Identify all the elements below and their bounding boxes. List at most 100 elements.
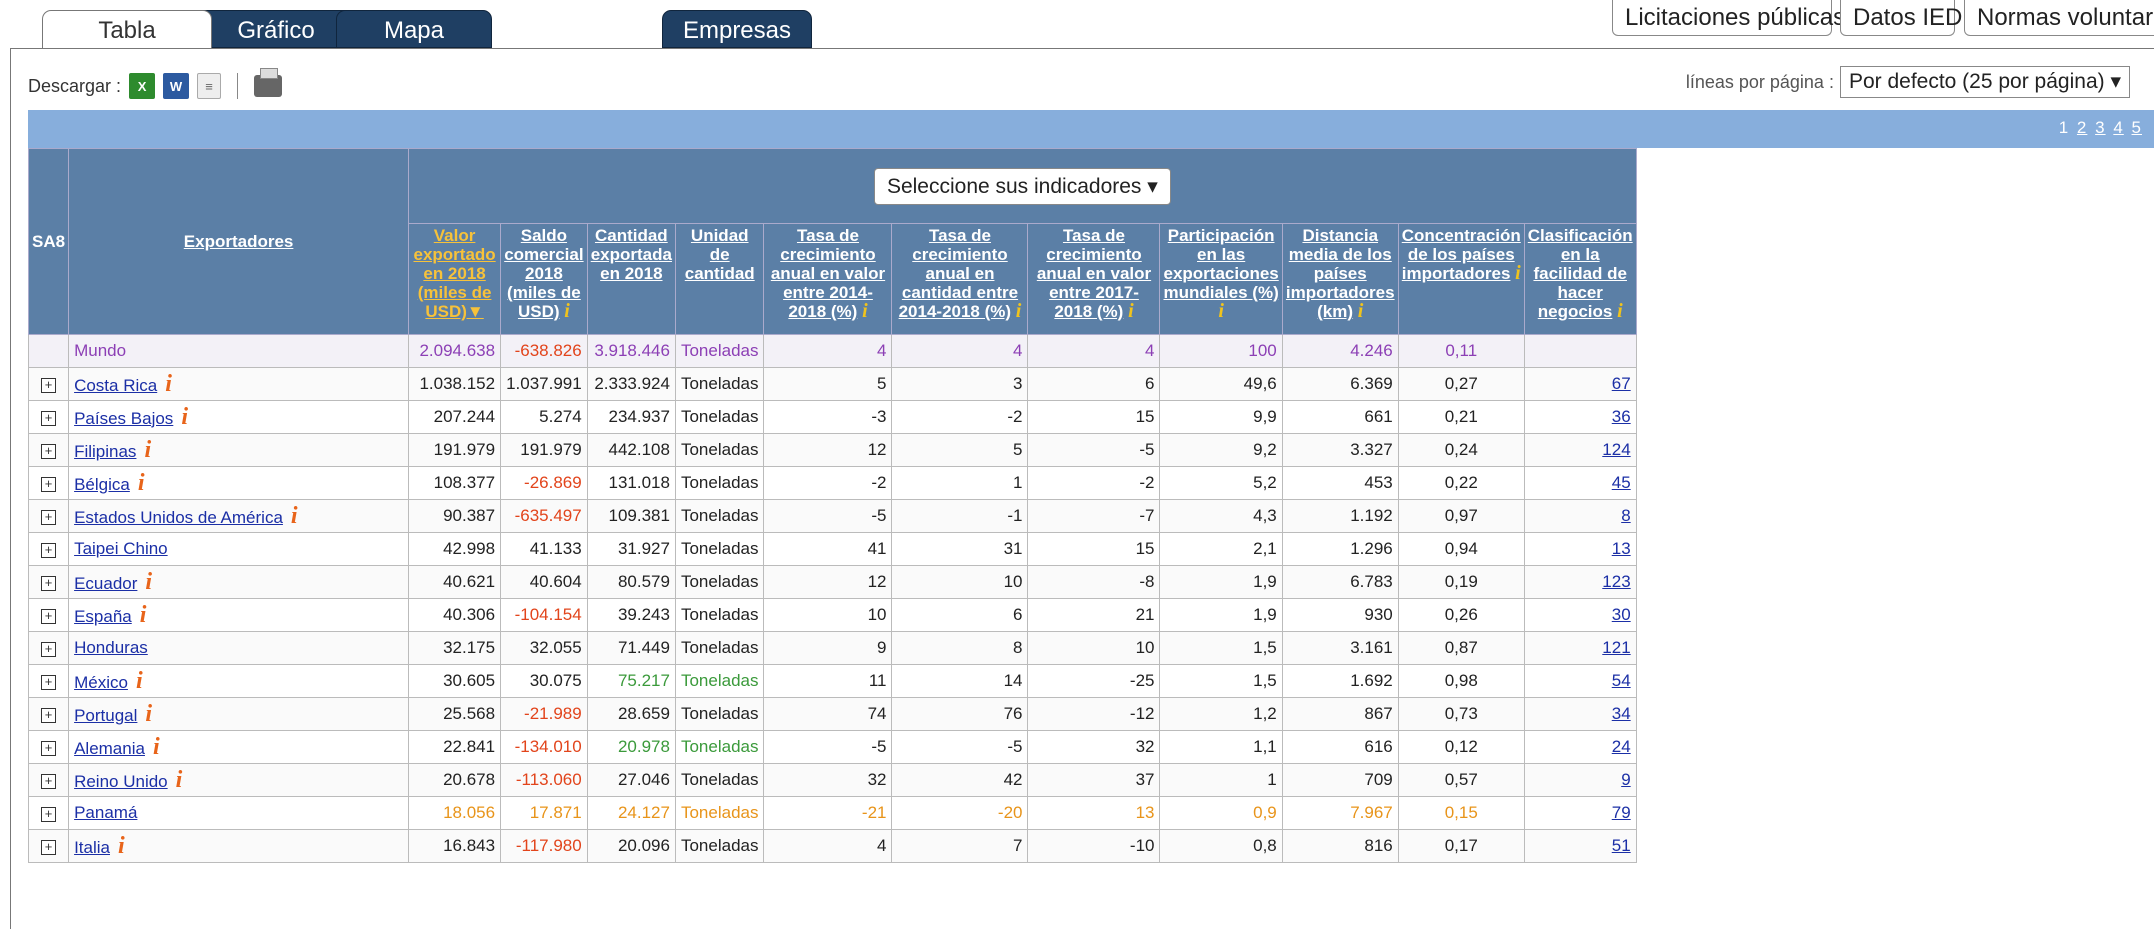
exporter-link[interactable]: Portugal bbox=[74, 706, 137, 725]
exporter-link[interactable]: Alemania bbox=[74, 739, 145, 758]
expand-plus-icon[interactable]: + bbox=[41, 642, 57, 657]
col-saldo[interactable]: Saldo comercial 2018 (miles de USD) i bbox=[500, 223, 588, 335]
exporter-link[interactable]: Taipei Chino bbox=[74, 539, 168, 558]
clasificacion-link[interactable]: 36 bbox=[1612, 407, 1631, 426]
info-icon[interactable]: i bbox=[1016, 300, 1022, 322]
expand-plus-icon[interactable]: + bbox=[41, 840, 57, 855]
text-file-icon[interactable]: ≡ bbox=[197, 73, 222, 99]
col-saldo-label[interactable]: Saldo comercial 2018 (miles de USD) bbox=[504, 226, 583, 321]
expand-plus-icon[interactable]: + bbox=[41, 444, 57, 459]
exportadores-header-link[interactable]: Exportadores bbox=[184, 232, 294, 251]
info-icon[interactable]: i bbox=[1128, 300, 1134, 322]
tab-mapa[interactable]: Mapa bbox=[336, 10, 492, 48]
col-cantidad[interactable]: Cantidad exportada en 2018 bbox=[586, 223, 676, 335]
clasificacion-link[interactable]: 123 bbox=[1602, 572, 1630, 591]
info-icon[interactable]: i bbox=[291, 503, 298, 529]
clasificacion-link[interactable]: 34 bbox=[1612, 704, 1631, 723]
exporter-link[interactable]: Ecuador bbox=[74, 574, 137, 593]
info-icon[interactable]: i bbox=[118, 833, 125, 859]
tab-empresas[interactable]: Empresas bbox=[662, 10, 812, 48]
info-icon[interactable]: i bbox=[1358, 300, 1364, 322]
col-tasa-valor-1718[interactable]: Tasa de crecimiento anual en valor entre… bbox=[1027, 223, 1161, 335]
info-icon[interactable]: i bbox=[153, 734, 160, 760]
clasificacion-link[interactable]: 51 bbox=[1612, 836, 1631, 855]
exporter-link[interactable]: Panamá bbox=[74, 803, 137, 822]
info-icon[interactable]: i bbox=[862, 300, 868, 322]
expand-plus-icon[interactable]: + bbox=[41, 741, 57, 756]
col-tasa-cantidad-1418[interactable]: Tasa de crecimiento anual en cantidad en… bbox=[891, 223, 1029, 335]
clasificacion-link[interactable]: 67 bbox=[1612, 374, 1631, 393]
expand-plus-icon[interactable]: + bbox=[41, 774, 57, 789]
col-unidad-label[interactable]: Unidad de cantidad bbox=[685, 226, 755, 283]
col-distancia-label[interactable]: Distancia media de los países importador… bbox=[1286, 226, 1395, 321]
datos-ied-button[interactable]: Datos IED bbox=[1840, 0, 1962, 36]
exporter-link[interactable]: Filipinas bbox=[74, 442, 136, 461]
clasificacion-link[interactable]: 13 bbox=[1612, 539, 1631, 558]
clasificacion-link[interactable]: 8 bbox=[1621, 506, 1630, 525]
select-indicators-button[interactable]: Seleccione sus indicadores ▾ bbox=[873, 167, 1171, 205]
exporter-link[interactable]: Italia bbox=[74, 838, 110, 857]
expand-plus-icon[interactable]: + bbox=[41, 510, 57, 525]
col-exportadores[interactable]: Exportadores bbox=[68, 148, 410, 335]
normas-voluntarias-button[interactable]: Normas voluntarias bbox=[1964, 0, 2154, 36]
col-valor[interactable]: Valor exportado en 2018 (miles de USD)▼ bbox=[408, 223, 502, 335]
page-3-link[interactable]: 3 bbox=[2095, 118, 2105, 137]
expand-plus-icon[interactable]: + bbox=[41, 675, 57, 690]
info-icon[interactable]: i bbox=[181, 404, 188, 430]
exporter-link[interactable]: Honduras bbox=[74, 638, 148, 657]
info-icon[interactable]: i bbox=[1515, 262, 1521, 284]
exporter-link[interactable]: México bbox=[74, 673, 128, 692]
col-participacion-label[interactable]: Participación en las exportaciones mundi… bbox=[1163, 226, 1278, 302]
clasificacion-link[interactable]: 121 bbox=[1602, 638, 1630, 657]
expand-plus-icon[interactable]: + bbox=[41, 708, 57, 723]
printer-icon[interactable] bbox=[254, 68, 283, 97]
clasificacion-link[interactable]: 45 bbox=[1612, 473, 1631, 492]
expand-plus-icon[interactable]: + bbox=[41, 543, 57, 558]
info-icon[interactable]: i bbox=[145, 569, 152, 595]
clasificacion-link[interactable]: 9 bbox=[1621, 770, 1630, 789]
exporter-link[interactable]: Reino Unido bbox=[74, 772, 168, 791]
exporter-link[interactable]: Países Bajos bbox=[74, 409, 173, 428]
tab-tabla[interactable]: Tabla bbox=[42, 10, 212, 48]
info-icon[interactable]: i bbox=[564, 300, 570, 322]
expand-plus-icon[interactable]: + bbox=[41, 477, 57, 492]
info-icon[interactable]: i bbox=[140, 602, 147, 628]
info-icon[interactable]: i bbox=[138, 470, 145, 496]
per-page-select[interactable]: Por defecto (25 por página) ▾ bbox=[1839, 66, 2130, 98]
clasificacion-link[interactable]: 30 bbox=[1612, 605, 1631, 624]
expand-plus-icon[interactable]: + bbox=[41, 807, 57, 822]
exporter-link[interactable]: Estados Unidos de América bbox=[74, 508, 283, 527]
word-icon[interactable]: W bbox=[163, 73, 190, 99]
page-5-link[interactable]: 5 bbox=[2132, 118, 2142, 137]
exporter-link[interactable]: Costa Rica bbox=[74, 376, 157, 395]
info-icon[interactable]: i bbox=[144, 437, 151, 463]
info-icon[interactable]: i bbox=[176, 767, 183, 793]
col-concentracion[interactable]: Concentración de los países importadores… bbox=[1397, 223, 1525, 335]
col-valor-label[interactable]: Valor exportado en 2018 (miles de USD)▼ bbox=[413, 226, 495, 321]
col-clasificacion[interactable]: Clasificación en la facilidad de hacer n… bbox=[1523, 223, 1637, 335]
expand-plus-icon[interactable]: + bbox=[41, 411, 57, 426]
col-cantidad-label[interactable]: Cantidad exportada en 2018 bbox=[591, 226, 672, 283]
page-4-link[interactable]: 4 bbox=[2113, 118, 2123, 137]
clasificacion-link[interactable]: 54 bbox=[1612, 671, 1631, 690]
col-participacion[interactable]: Participación en las exportaciones mundi… bbox=[1159, 223, 1283, 335]
excel-icon[interactable]: X bbox=[129, 73, 156, 99]
info-icon[interactable]: i bbox=[1617, 300, 1623, 322]
expand-plus-icon[interactable]: + bbox=[41, 378, 57, 393]
info-icon[interactable]: i bbox=[145, 701, 152, 727]
col-distancia[interactable]: Distancia media de los países importador… bbox=[1281, 223, 1399, 335]
licitaciones-button[interactable]: Licitaciones públicas bbox=[1612, 0, 1845, 36]
info-icon[interactable]: i bbox=[165, 371, 172, 397]
col-tasa-valor-1418[interactable]: Tasa de crecimiento anual en valor entre… bbox=[763, 223, 893, 335]
col-concentracion-label[interactable]: Concentración de los países importadores bbox=[1402, 226, 1521, 283]
clasificacion-link[interactable]: 79 bbox=[1612, 803, 1631, 822]
info-icon[interactable]: i bbox=[1218, 300, 1224, 322]
clasificacion-link[interactable]: 124 bbox=[1602, 440, 1630, 459]
page-2-link[interactable]: 2 bbox=[2077, 118, 2087, 137]
col-unidad[interactable]: Unidad de cantidad bbox=[674, 223, 765, 335]
info-icon[interactable]: i bbox=[136, 668, 143, 694]
expand-plus-icon[interactable]: + bbox=[41, 609, 57, 624]
exporter-link[interactable]: Bélgica bbox=[74, 475, 130, 494]
exporter-link[interactable]: España bbox=[74, 607, 132, 626]
expand-plus-icon[interactable]: + bbox=[41, 576, 57, 591]
